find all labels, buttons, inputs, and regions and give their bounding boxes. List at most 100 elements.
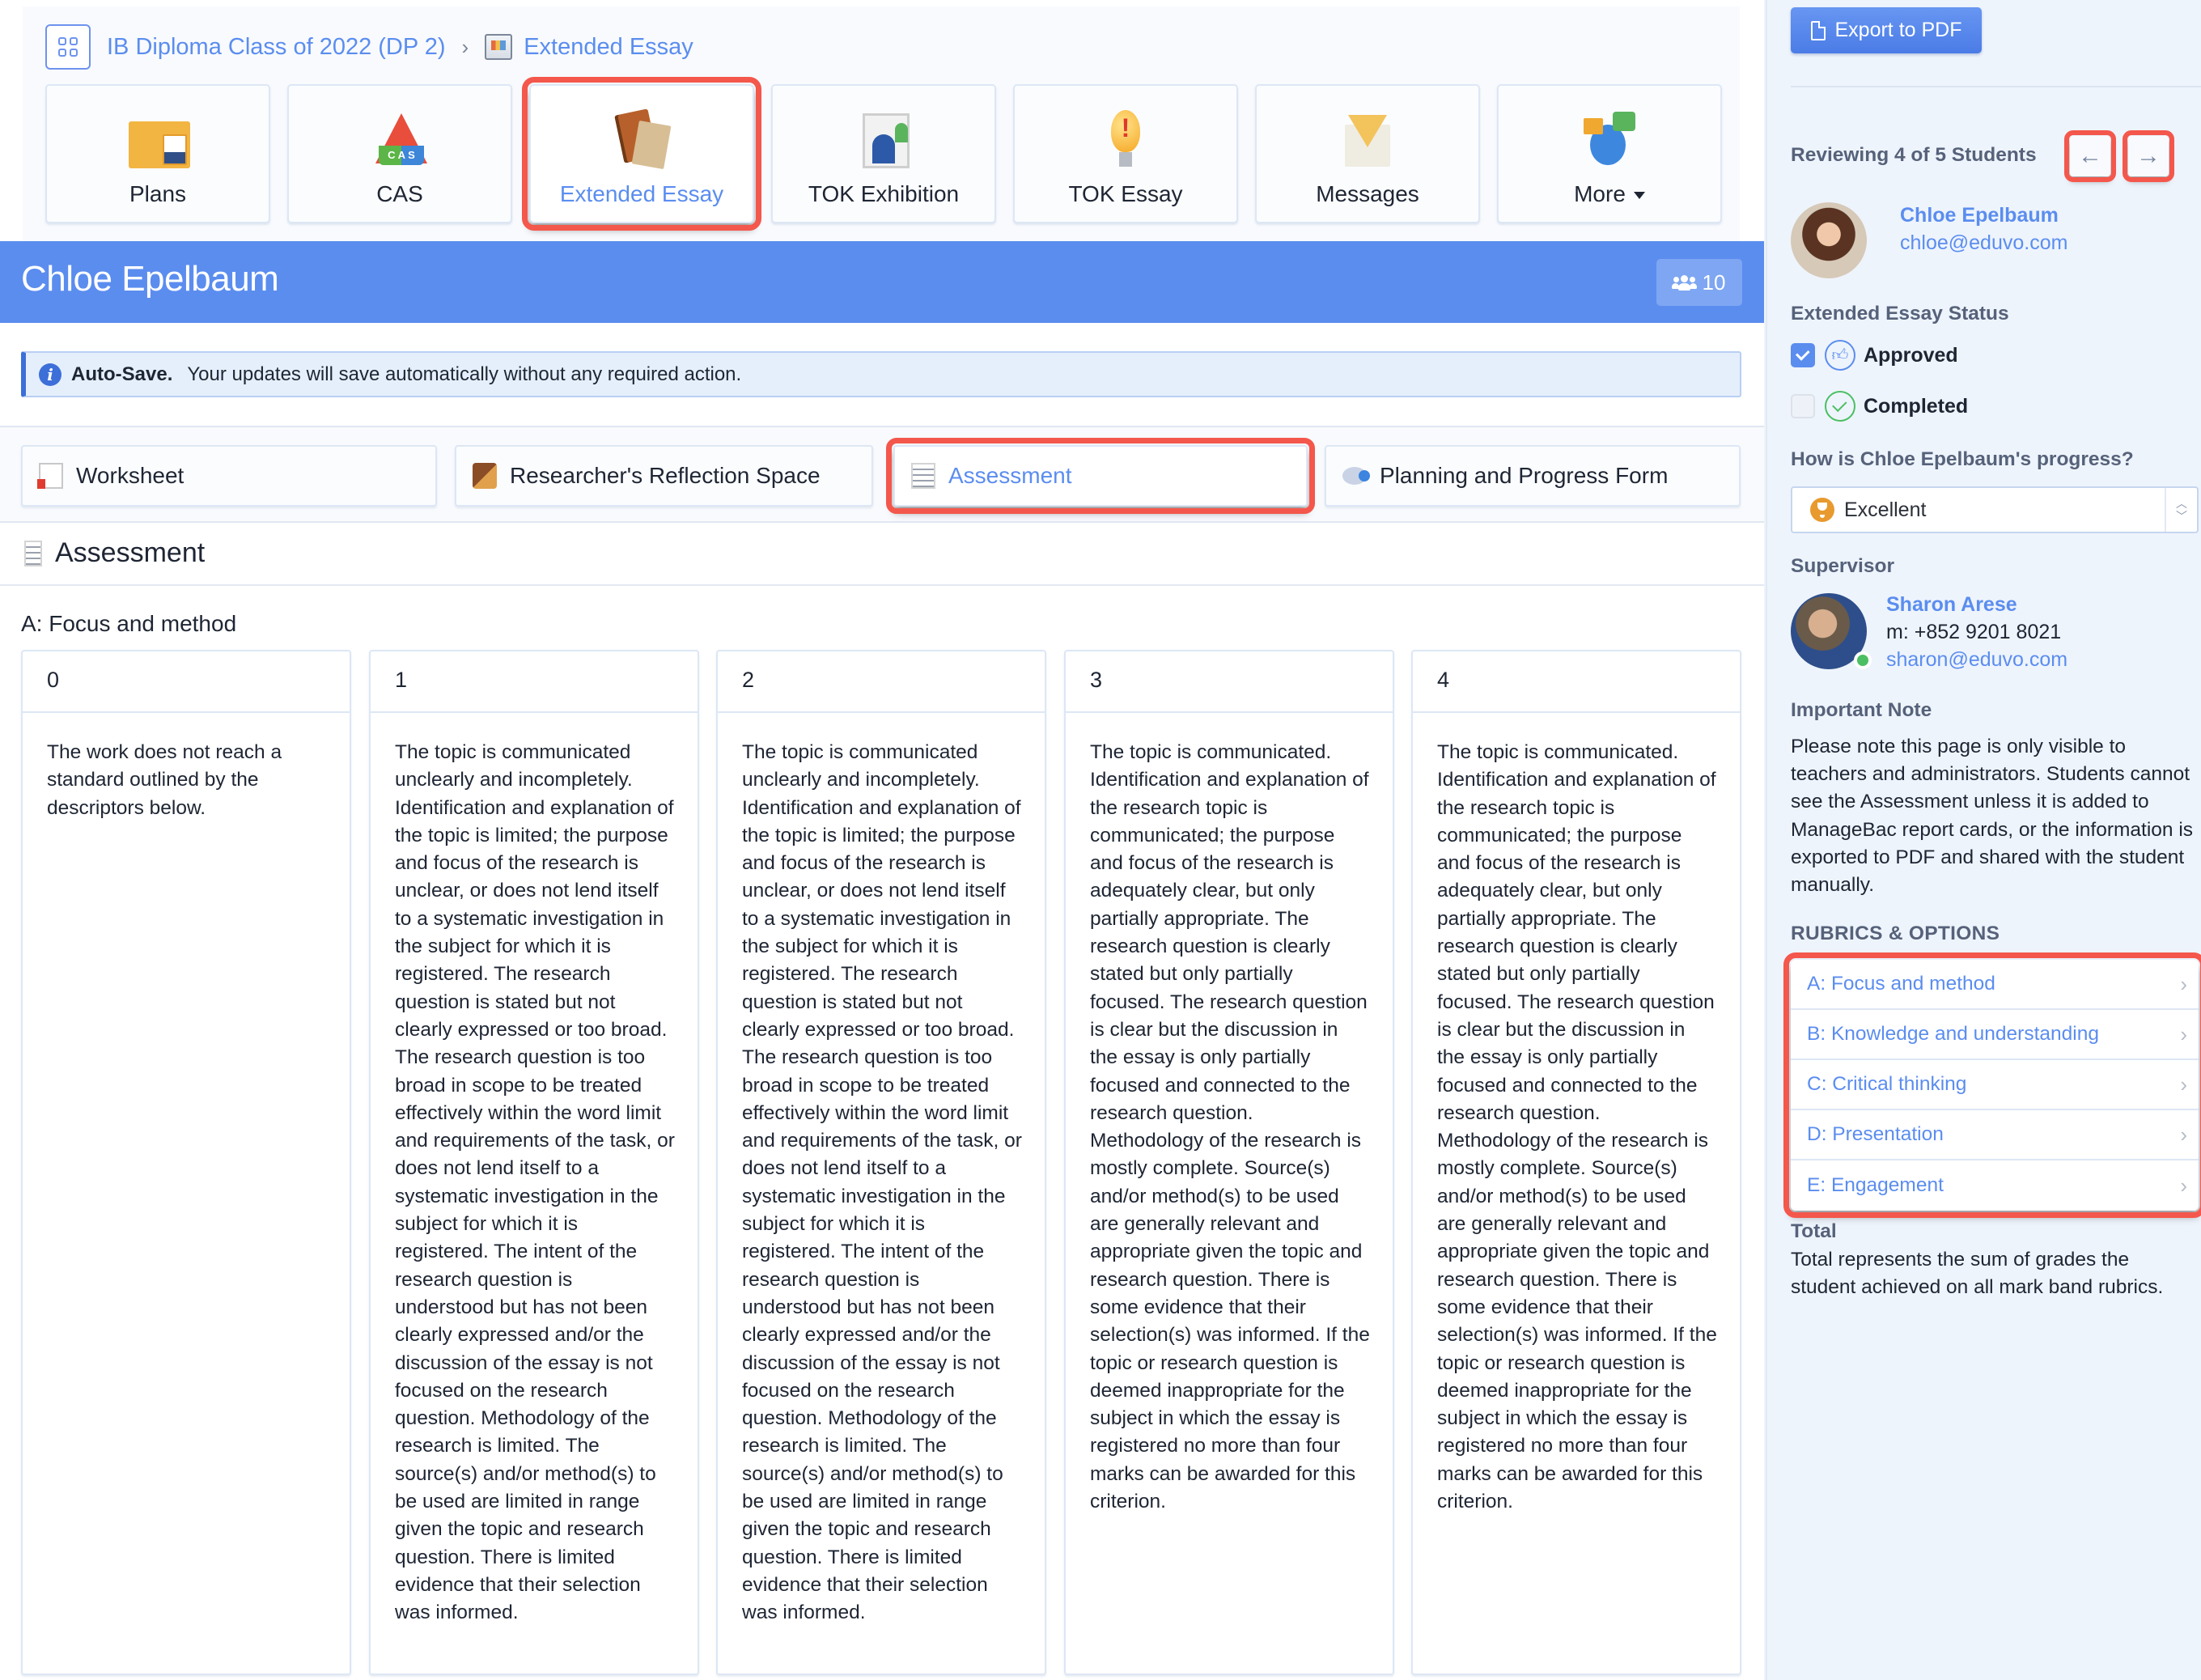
band-descriptor: The topic is communicated. Identificatio…	[1090, 741, 1370, 1513]
band-score: 1	[371, 651, 698, 713]
band-score: 4	[1413, 651, 1740, 713]
check-circle-icon	[1825, 391, 1855, 422]
status-approved: 👍︎ Approved	[1791, 340, 1958, 371]
band-descriptor: The work does not reach a standard outli…	[47, 741, 282, 819]
progress-value: Excellent	[1844, 498, 1927, 521]
tile-extended-essay[interactable]: Extended Essay	[522, 77, 761, 231]
band-descriptor: The topic is communicated. Identificatio…	[1437, 741, 1717, 1513]
reviewing-counter: Reviewing 4 of 5 Students	[1791, 144, 2037, 166]
status-label: Extended Essay Status	[1791, 303, 2009, 325]
band-score: 3	[1066, 651, 1393, 713]
chevron-right-icon: ›	[2180, 1021, 2187, 1046]
mark-band-4[interactable]: 4 The topic is communicated. Identificat…	[1411, 650, 1741, 1675]
rubric-label: B: Knowledge and understanding	[1807, 1023, 2099, 1045]
assessment-sheet-icon	[911, 463, 935, 489]
chevron-right-icon: ›	[2180, 971, 2187, 996]
autosave-alert: i Auto-Save. Your updates will save auto…	[21, 351, 1741, 397]
rubric-item-c[interactable]: C: Critical thinking ›	[1791, 1060, 2199, 1110]
tile-tok-essay[interactable]: TOK Essay	[1013, 84, 1238, 223]
assessment-sheet-icon	[24, 540, 42, 566]
breadcrumb-parent-link[interactable]: IB Diploma Class of 2022 (DP 2)	[107, 34, 446, 61]
completed-checkbox[interactable]	[1791, 394, 1815, 418]
pdf-file-icon	[1810, 20, 1826, 40]
rubric-label: C: Critical thinking	[1807, 1073, 1967, 1095]
members-count: 10	[1702, 269, 1726, 295]
note-text: Please note this page is only visible to…	[1791, 736, 2194, 897]
tile-cas[interactable]: CAS	[287, 84, 512, 223]
chevron-right-icon: ›	[2180, 1173, 2187, 1198]
folder-profile-icon	[125, 107, 190, 170]
members-button[interactable]: 10	[1656, 259, 1742, 306]
progress-select[interactable]: Excellent ︿ ﹀	[1791, 486, 2199, 533]
section-tabs: Worksheet Researcher's Reflection Space …	[0, 426, 1764, 523]
online-status-dot	[1854, 651, 1872, 669]
autosave-title: Auto-Save.	[71, 363, 173, 385]
grid-icon	[58, 37, 78, 57]
caret-down-icon	[1633, 192, 1645, 200]
tile-label: Extended Essay	[559, 181, 724, 206]
module-tiles: Plans CAS Extended Essay TOK Exhibition …	[45, 77, 1722, 231]
mark-band-1[interactable]: 1 The topic is communicated unclearly an…	[369, 650, 699, 1675]
divider	[0, 584, 1764, 586]
tab-assessment[interactable]: Assessment	[886, 438, 1315, 514]
rubric-item-d[interactable]: D: Presentation ›	[1791, 1110, 2199, 1160]
rubric-list: A: Focus and method › B: Knowledge and un…	[1783, 952, 2201, 1218]
extended-essay-icon	[485, 34, 513, 60]
tile-label: TOK Exhibition	[808, 181, 960, 206]
envelope-icon	[1335, 107, 1400, 170]
rubrics-label: RUBRICS & OPTIONS	[1791, 923, 2000, 944]
supervisor-name-link[interactable]: Sharon Arese	[1886, 593, 2017, 617]
tab-label: Worksheet	[76, 463, 184, 488]
tile-tok-exhibition[interactable]: TOK Exhibition	[771, 84, 996, 223]
note-label: Important Note	[1791, 699, 1932, 721]
page-title: Chloe Epelbaum	[21, 259, 279, 299]
select-updown-icon: ︿ ﹀	[2165, 488, 2197, 532]
rubric-label: A: Focus and method	[1807, 973, 1995, 995]
criterion-title: A: Focus and method	[21, 611, 237, 636]
student-avatar	[1791, 202, 1867, 278]
tab-planning-progress-form[interactable]: Planning and Progress Form	[1325, 445, 1741, 507]
cas-triangle-icon	[367, 107, 432, 170]
mark-band-2[interactable]: 2 The topic is communicated unclearly an…	[716, 650, 1046, 1675]
supervisor-email-link[interactable]: sharon@eduvo.com	[1886, 648, 2067, 672]
next-student-button[interactable]: →	[2123, 130, 2174, 182]
band-descriptor: The topic is communicated unclearly and …	[742, 741, 1022, 1624]
chevron-right-icon: ›	[2180, 1071, 2187, 1097]
tile-label: CAS	[376, 181, 423, 206]
mark-band-0[interactable]: 0 The work does not reach a standard out…	[21, 650, 351, 1675]
arrow-right-icon: →	[2136, 142, 2161, 169]
rubric-item-e[interactable]: E: Engagement ›	[1791, 1160, 2199, 1211]
chat-bubble-icon	[1342, 467, 1370, 485]
divider	[1791, 86, 2201, 87]
student-email-link[interactable]: chloe@eduvo.com	[1900, 231, 2067, 255]
supervisor-label: Supervisor	[1791, 555, 1894, 577]
total-label: Total	[1791, 1220, 1837, 1242]
breadcrumb-current-link[interactable]: Extended Essay	[524, 34, 693, 61]
mark-band-3[interactable]: 3 The topic is communicated. Identificat…	[1064, 650, 1394, 1675]
trophy-icon	[1810, 498, 1834, 522]
tile-label: TOK Essay	[1068, 181, 1183, 206]
rubric-label: E: Engagement	[1807, 1174, 1944, 1196]
assessment-title: Assessment	[55, 537, 206, 568]
presentation-icon	[851, 107, 916, 170]
app-switcher-button[interactable]	[45, 24, 91, 70]
rubric-item-a[interactable]: A: Focus and method ›	[1791, 960, 2199, 1010]
tile-messages[interactable]: Messages	[1255, 84, 1480, 223]
student-name-link[interactable]: Chloe Epelbaum	[1900, 204, 2059, 227]
export-pdf-button[interactable]: Export to PDF	[1791, 7, 1982, 53]
progress-question: How is Chloe Epelbaum's progress?	[1791, 448, 2134, 470]
lightbulb-icon	[1093, 107, 1158, 170]
tab-label: Researcher's Reflection Space	[510, 463, 821, 488]
tab-worksheet[interactable]: Worksheet	[21, 445, 437, 507]
assessment-heading: Assessment	[24, 537, 205, 569]
approved-checkbox[interactable]	[1791, 343, 1815, 367]
tile-plans[interactable]: Plans	[45, 84, 270, 223]
previous-student-button[interactable]: ←	[2064, 130, 2116, 182]
band-score: 2	[718, 651, 1045, 713]
tab-researchers-reflection-space[interactable]: Researcher's Reflection Space	[455, 445, 873, 507]
rubric-item-b[interactable]: B: Knowledge and understanding ›	[1791, 1010, 2199, 1060]
users-icon	[1671, 275, 1697, 291]
chevron-right-icon: ›	[2180, 1122, 2187, 1147]
info-icon: i	[39, 363, 61, 386]
tile-more[interactable]: More	[1497, 84, 1722, 223]
